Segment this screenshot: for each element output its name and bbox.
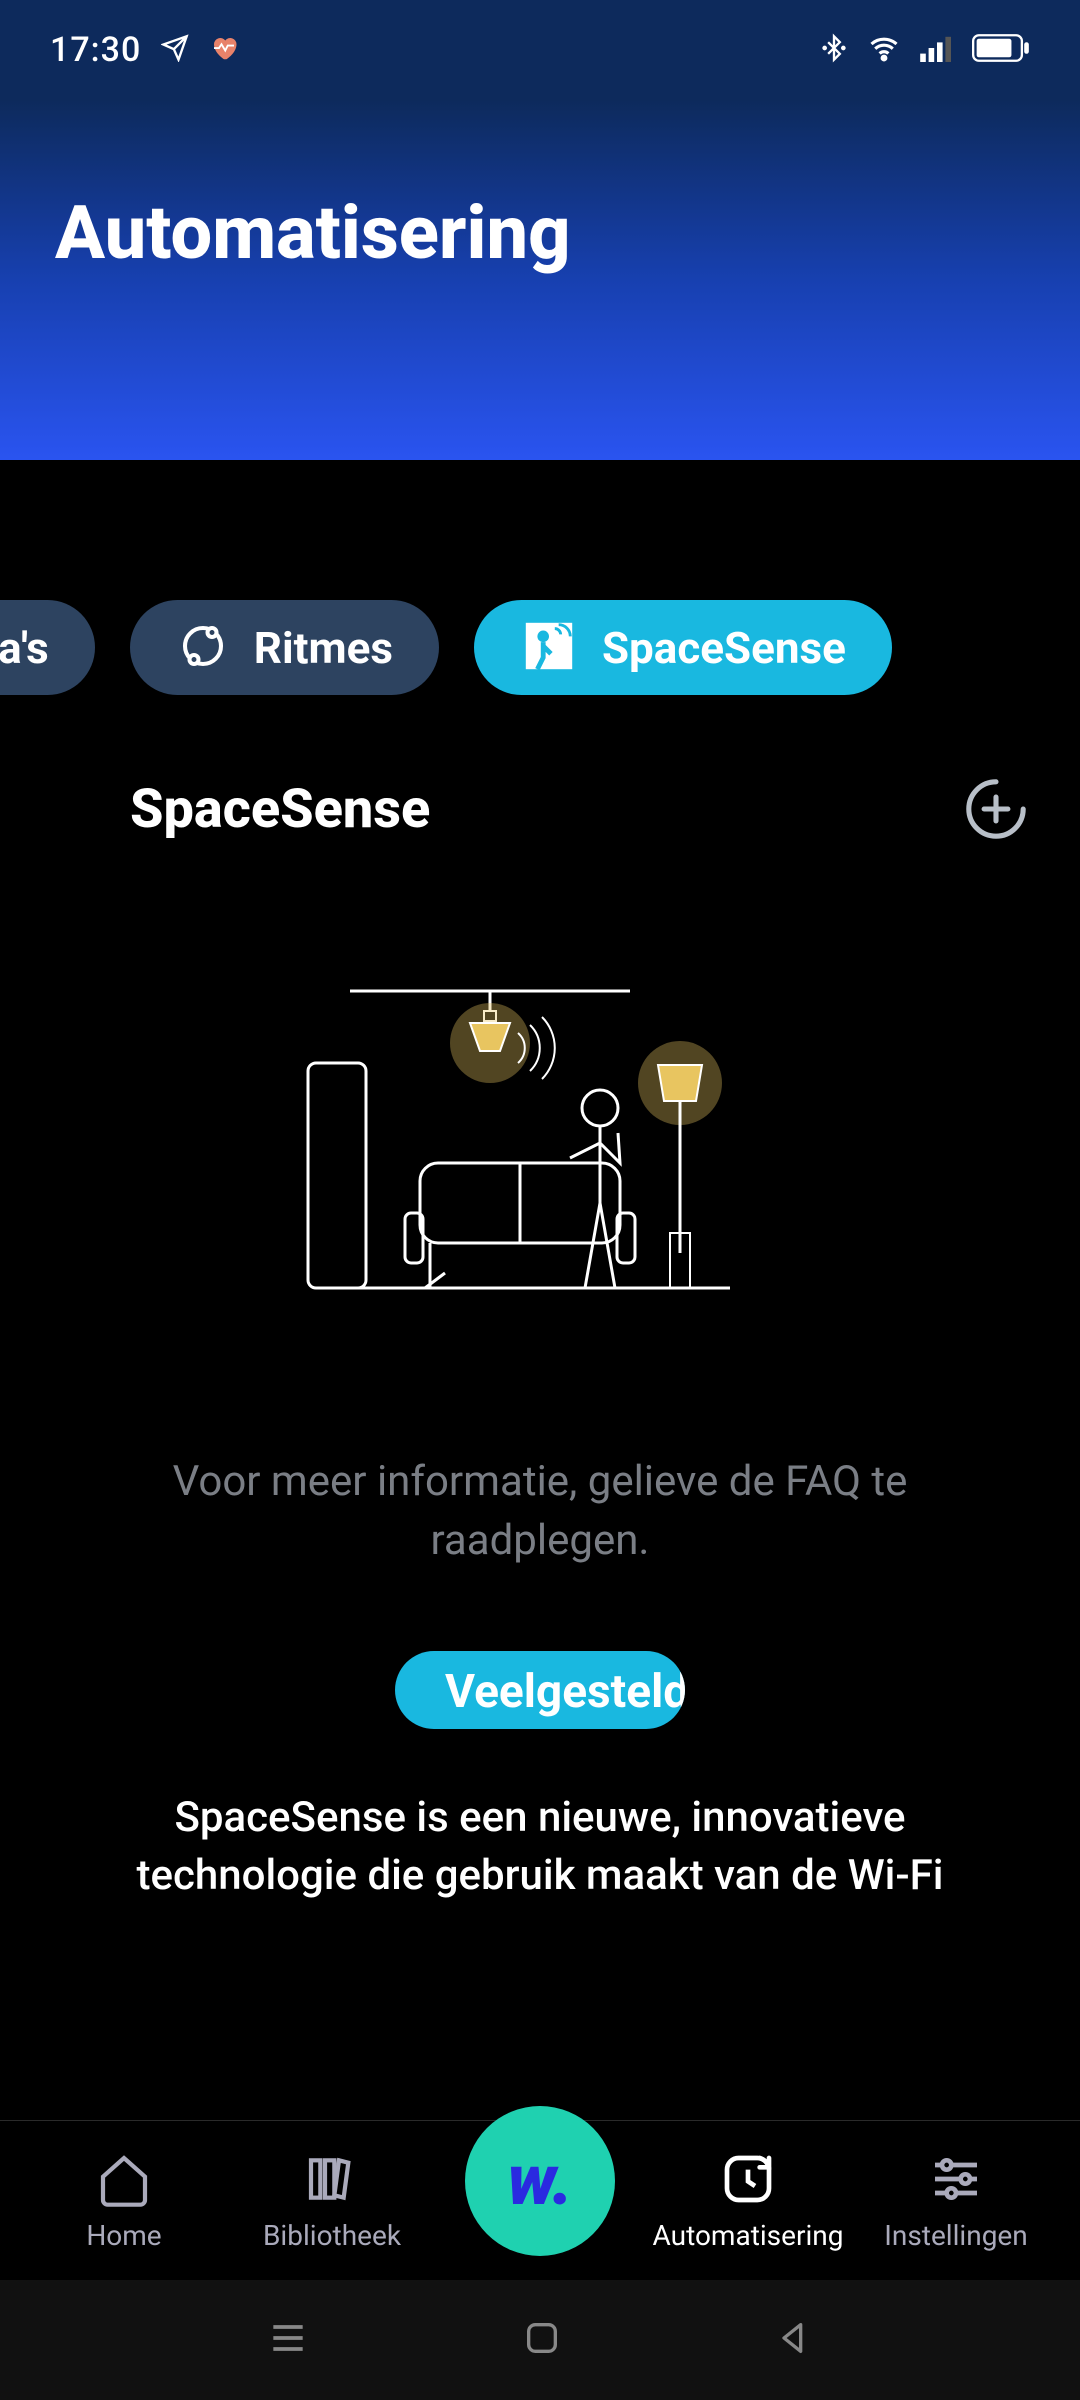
pill-ritmes[interactable]: Ritmes: [130, 600, 439, 695]
content-area: ma's Ritmes SpaceSense SpaceSense: [0, 460, 1080, 1906]
motion-icon: [520, 617, 578, 679]
spacesense-illustration: [300, 973, 780, 1313]
nav-automation[interactable]: Automatisering: [644, 2121, 852, 2280]
nav-label: Instellingen: [884, 2219, 1027, 2253]
pill-label: ma's: [0, 622, 49, 674]
signal-icon: [920, 34, 954, 66]
add-button[interactable]: [962, 775, 1030, 843]
wifi-icon: [866, 33, 902, 67]
pill-spacesense[interactable]: SpaceSense: [474, 600, 892, 695]
category-pills: ma's Ritmes SpaceSense: [0, 600, 1080, 695]
section-title: SpaceSense: [130, 778, 430, 841]
sliders-icon: [926, 2149, 986, 2209]
nav-label: Home: [86, 2219, 161, 2253]
bottom-nav: Home Bibliotheek w. Automatisering Inste…: [0, 2120, 1080, 2280]
section-header: SpaceSense: [0, 695, 1080, 843]
nav-center-fab[interactable]: w.: [436, 2121, 644, 2280]
pill-previous[interactable]: ma's: [0, 600, 95, 695]
pill-label: Ritmes: [254, 622, 393, 674]
nav-library[interactable]: Bibliotheek: [228, 2121, 436, 2280]
send-icon: [161, 34, 189, 66]
faq-button-label: Veelgestelde vragen: [445, 1665, 685, 1729]
page-header: Automatisering: [0, 100, 1080, 460]
description-text: SpaceSense is een nieuwe, innovatieve te…: [100, 1789, 980, 1907]
recent-apps-icon[interactable]: [266, 2316, 310, 2364]
status-bar: 17:30: [0, 0, 1080, 100]
status-time: 17:30: [50, 30, 141, 70]
clock-refresh-icon: [718, 2149, 778, 2209]
heart-icon: [209, 33, 239, 67]
books-icon: [302, 2149, 362, 2209]
home-icon: [94, 2149, 154, 2209]
cycle-icon: [176, 619, 230, 677]
nav-settings[interactable]: Instellingen: [852, 2121, 1060, 2280]
nav-home[interactable]: Home: [20, 2121, 228, 2280]
status-right: [820, 32, 1030, 68]
nav-label: Automatisering: [653, 2219, 844, 2253]
battery-icon: [972, 33, 1030, 67]
status-left: 17:30: [50, 30, 239, 70]
pill-label: SpaceSense: [602, 622, 846, 674]
back-icon[interactable]: [774, 2318, 814, 2362]
nav-label: Bibliotheek: [263, 2219, 401, 2253]
home-system-icon[interactable]: [522, 2318, 562, 2362]
system-nav: [0, 2280, 1080, 2400]
wiz-logo-icon: w.: [465, 2106, 615, 2256]
info-text: Voor meer informatie, gelieve de FAQ te …: [80, 1453, 1000, 1571]
page-title: Automatisering: [55, 190, 1025, 277]
bluetooth-icon: [820, 32, 848, 68]
faq-button[interactable]: Veelgestelde vragen: [395, 1651, 685, 1729]
